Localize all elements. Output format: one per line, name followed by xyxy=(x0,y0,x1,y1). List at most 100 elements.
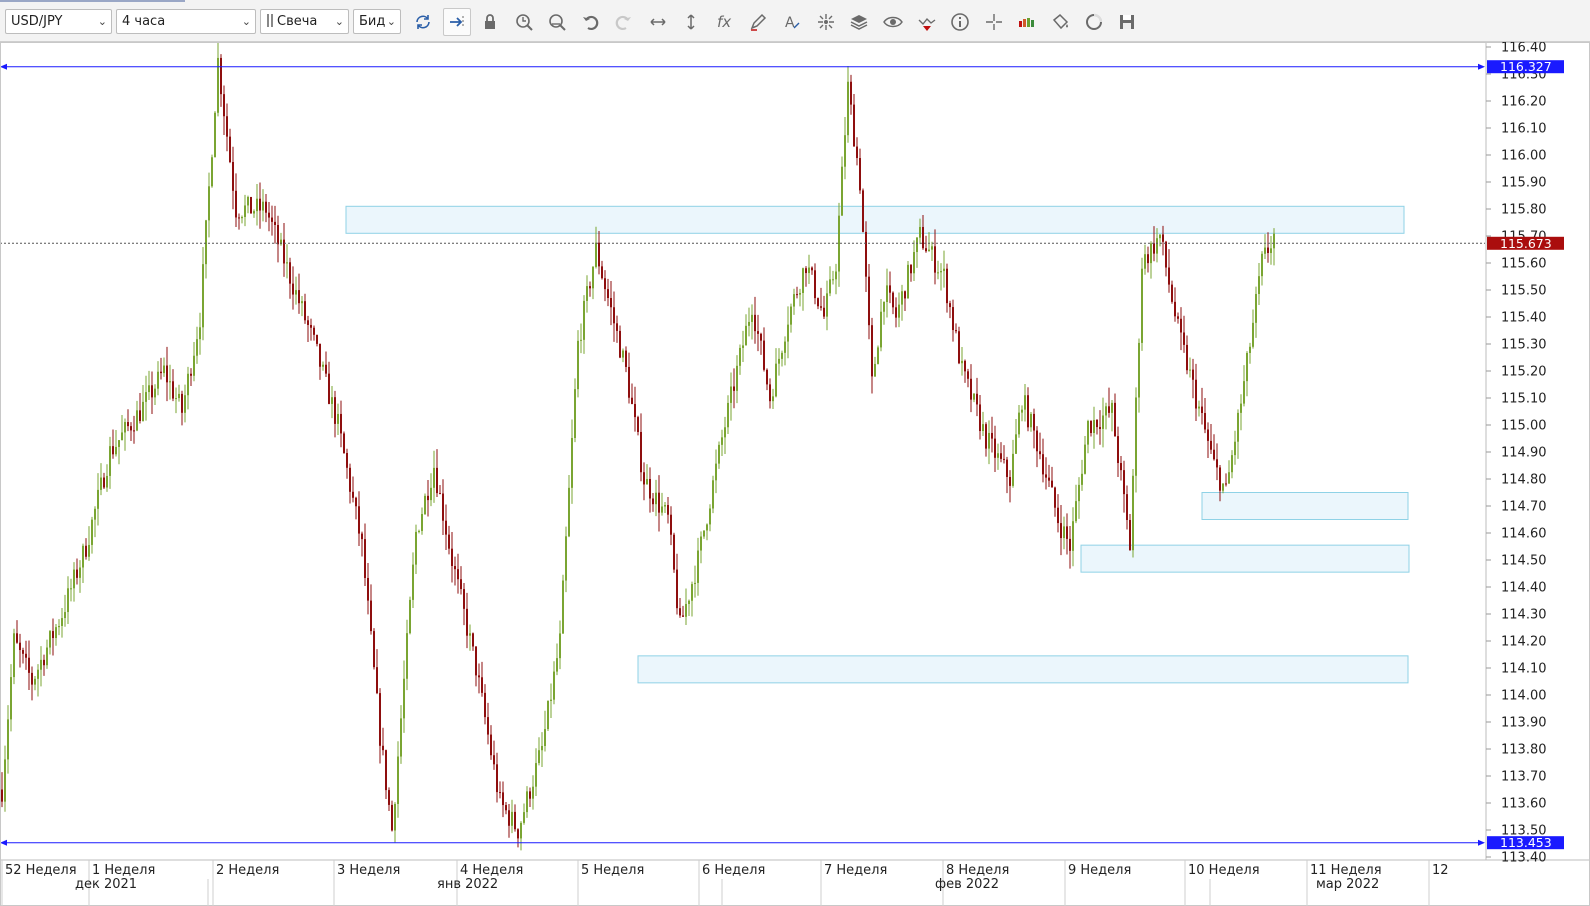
indicators-fx-button[interactable]: fx xyxy=(711,8,739,36)
zoom-out-button[interactable] xyxy=(543,8,571,36)
zone-rectangle[interactable] xyxy=(637,655,1409,684)
text-tool-button[interactable]: A xyxy=(778,8,806,36)
candle-body xyxy=(769,384,771,402)
chevron-down-icon: ⌄ xyxy=(334,15,344,28)
candle-body xyxy=(25,653,27,658)
layers-button[interactable] xyxy=(845,8,873,36)
candle-body xyxy=(1237,412,1239,442)
candle-body xyxy=(478,675,480,678)
zone-rectangle[interactable] xyxy=(1201,492,1409,520)
redo-button[interactable] xyxy=(610,8,638,36)
candle-body xyxy=(712,480,714,509)
candle-body xyxy=(88,544,90,557)
week-label: 11 Неделя xyxy=(1310,863,1382,878)
candle-body xyxy=(4,759,6,802)
refresh-button[interactable] xyxy=(409,8,437,36)
fill-bucket-button[interactable] xyxy=(1046,8,1074,36)
candle-body xyxy=(940,271,942,273)
candle-body xyxy=(643,472,645,485)
candle-body xyxy=(535,763,537,787)
price-type-select[interactable]: Бид ⌄ xyxy=(353,9,401,34)
draw-pencil-button[interactable] xyxy=(744,8,772,36)
candle-body xyxy=(226,116,228,137)
candle-body xyxy=(247,197,249,206)
candle-body xyxy=(376,667,378,694)
week-label: 8 Неделя xyxy=(946,863,1009,878)
candle-body xyxy=(1246,352,1248,382)
candle-body xyxy=(190,373,192,376)
candle-body xyxy=(61,618,63,627)
zoom-in-button[interactable] xyxy=(510,8,538,36)
candle-body xyxy=(475,646,477,676)
save-button[interactable] xyxy=(1113,8,1141,36)
candle-body xyxy=(1264,247,1266,254)
candle-body xyxy=(979,404,981,432)
crosshair-node-button[interactable] xyxy=(812,8,840,36)
candle-body xyxy=(433,467,435,488)
cycle-button[interactable] xyxy=(1080,8,1108,36)
lock-button[interactable] xyxy=(476,8,504,36)
candle-body xyxy=(745,325,747,346)
volume-bars-button[interactable] xyxy=(1013,8,1041,36)
candle-body xyxy=(817,298,819,307)
price-chart[interactable]: 116.40116.30116.20116.10116.00115.90115.… xyxy=(0,42,1590,906)
candle-body xyxy=(268,212,270,218)
timeframe-select[interactable]: 4 часа ⌄ xyxy=(116,9,256,34)
candle-body xyxy=(115,446,117,455)
candle-body xyxy=(562,580,564,634)
eye-button[interactable] xyxy=(879,8,907,36)
indicators-fx-icon: fx xyxy=(717,13,731,31)
candle-body xyxy=(1045,474,1047,478)
candle-body xyxy=(124,422,126,433)
candle-body xyxy=(1057,507,1059,524)
horizontal-resize-button[interactable] xyxy=(644,8,672,36)
y-tick-label: 114.80 xyxy=(1501,473,1547,488)
candle-body xyxy=(229,136,231,163)
candle-body xyxy=(499,792,501,794)
candle-body xyxy=(514,811,516,830)
candle-body xyxy=(928,249,930,252)
candle-body xyxy=(1255,293,1257,323)
save-icon xyxy=(1120,15,1134,29)
candle-body xyxy=(646,479,648,485)
candle-body xyxy=(214,112,216,158)
vertical-resize-button[interactable] xyxy=(677,8,705,36)
candle-body xyxy=(40,659,42,670)
week-label: 12 xyxy=(1432,863,1449,878)
candle-body xyxy=(538,750,540,764)
scroll-to-end-button[interactable] xyxy=(443,8,471,36)
signal-button[interactable] xyxy=(913,8,941,36)
candle-body xyxy=(94,508,96,520)
candle-body xyxy=(1171,284,1173,302)
candle-body xyxy=(568,487,570,537)
candle-body xyxy=(472,633,474,647)
candle-body xyxy=(451,548,453,566)
week-label: 52 Неделя xyxy=(5,863,77,878)
candle-body xyxy=(466,608,468,636)
chart-type-select-value: Свеча xyxy=(277,14,318,29)
symbol-select[interactable]: USD/JPY ⌄ xyxy=(5,9,112,34)
y-tick-label: 114.20 xyxy=(1501,635,1547,650)
candle-body xyxy=(556,658,558,672)
candle-body xyxy=(103,477,105,488)
y-tick-label: 114.30 xyxy=(1501,608,1547,623)
candle-body xyxy=(301,301,303,304)
candle-body xyxy=(1039,451,1041,455)
week-label: 6 Неделя xyxy=(702,863,765,878)
candle-body xyxy=(1189,369,1191,371)
svg-text:fx: fx xyxy=(717,13,731,31)
zone-rectangle[interactable] xyxy=(345,205,1405,234)
candle-body xyxy=(232,162,234,191)
undo-button[interactable] xyxy=(576,8,604,36)
candle-body xyxy=(511,811,513,826)
chart-type-select[interactable]: Свеча ⌄ xyxy=(260,9,349,34)
candle-body xyxy=(1027,395,1029,428)
y-tick-label: 116.00 xyxy=(1501,149,1547,164)
cross-cursor-button[interactable] xyxy=(980,8,1008,36)
candle-body xyxy=(1183,332,1185,345)
info-button[interactable] xyxy=(946,8,974,36)
candle-body xyxy=(448,534,450,549)
y-tick-label: 115.60 xyxy=(1501,257,1547,272)
candle-body xyxy=(1177,316,1179,319)
candle-body xyxy=(13,633,15,678)
